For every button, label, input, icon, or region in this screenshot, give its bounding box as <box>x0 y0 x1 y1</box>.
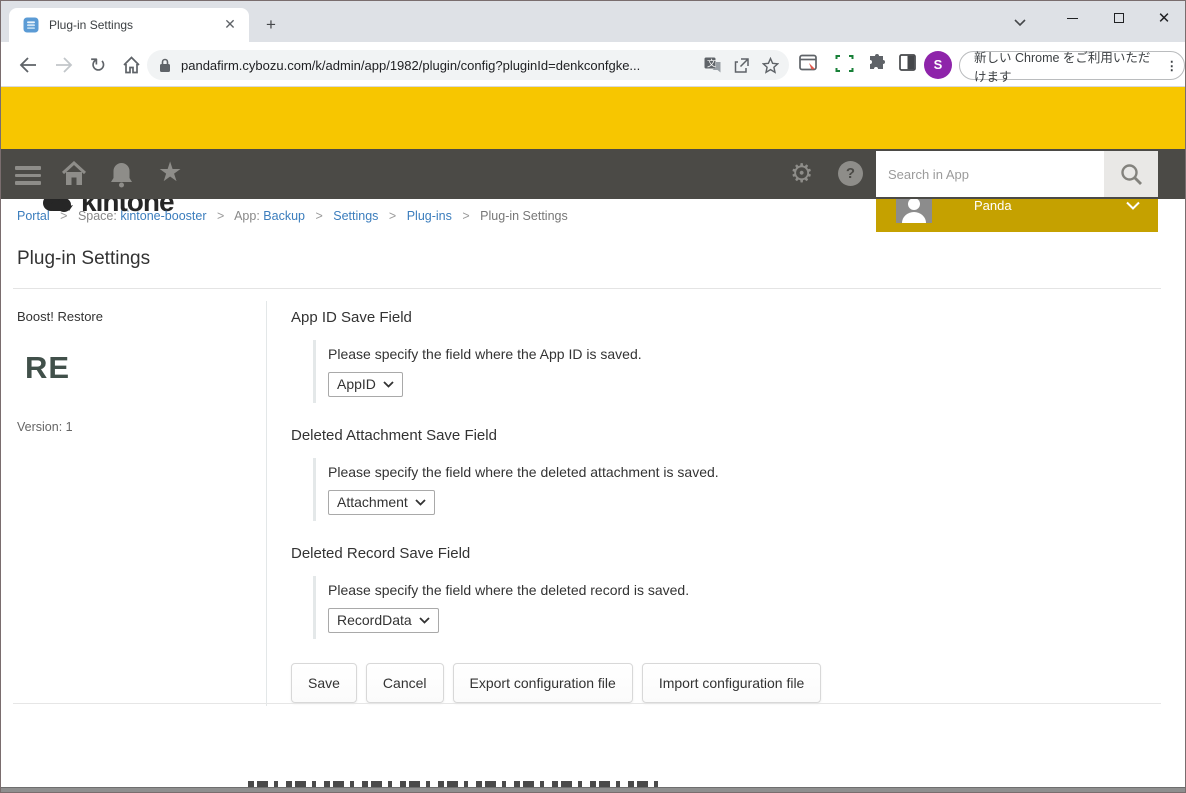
tab-title: Plug-in Settings <box>49 18 134 32</box>
svg-text:文: 文 <box>707 58 716 69</box>
section-deleted-record: Deleted Record Save Field Please specify… <box>291 545 1161 639</box>
breadcrumb-separator: > <box>388 209 397 223</box>
favicon-icon <box>23 17 39 33</box>
save-button[interactable]: Save <box>291 663 357 703</box>
breadcrumb-separator: > <box>216 209 225 223</box>
breadcrumb-prefix: App: <box>234 209 264 223</box>
section-app-id: App ID Save Field Please specify the fie… <box>291 309 1161 403</box>
user-name: Panda <box>974 197 1012 213</box>
section-heading: App ID Save Field <box>291 309 412 326</box>
section-description: Please specify the field where the delet… <box>328 582 690 598</box>
section-heading: Deleted Record Save Field <box>291 545 471 562</box>
reading-list-icon[interactable] <box>898 53 917 72</box>
forward-button[interactable] <box>51 52 77 78</box>
update-chrome-button[interactable]: 新しい Chrome をご利用いただけます ⋮ <box>959 51 1185 84</box>
section-body: Please specify the field where the delet… <box>313 576 1161 639</box>
record-field-select[interactable]: RecordData <box>328 608 439 633</box>
app-search-input[interactable] <box>876 151 1104 197</box>
select-value: RecordData <box>337 612 412 628</box>
section-deleted-attachment: Deleted Attachment Save Field Please spe… <box>291 427 1161 521</box>
translate-icon[interactable]: 文 <box>704 57 721 73</box>
breadcrumb-current: Plug-in Settings <box>480 209 568 223</box>
plugin-version: Version: 1 <box>17 420 73 434</box>
back-button[interactable] <box>15 52 41 78</box>
profile-avatar[interactable]: S <box>924 51 952 79</box>
app-id-field-select[interactable]: AppID <box>328 372 403 397</box>
title-divider <box>13 288 1161 289</box>
window-close-button[interactable]: ✕ <box>1141 1 1185 35</box>
select-chevron-icon <box>383 380 394 388</box>
new-tab-button[interactable]: + <box>259 13 283 37</box>
import-configuration-button[interactable]: Import configuration file <box>641 663 822 703</box>
notifications-bell-icon[interactable] <box>109 161 134 188</box>
section-description: Please specify the field where the App I… <box>328 346 642 362</box>
plugin-name: Boost! Restore <box>17 309 103 324</box>
extensions-puzzle-icon[interactable] <box>867 53 887 73</box>
extension-capture-icon[interactable] <box>834 53 855 74</box>
plugin-sidebar: Boost! Restore RE Version: 1 <box>17 309 252 434</box>
breadcrumb-space[interactable]: kintone-booster <box>120 209 206 223</box>
breadcrumb: Portal > Space: kintone-booster > App: B… <box>17 209 568 223</box>
breadcrumb-plugins[interactable]: Plug-ins <box>407 209 452 223</box>
attachment-field-select[interactable]: Attachment <box>328 490 435 515</box>
export-configuration-button[interactable]: Export configuration file <box>452 663 633 703</box>
search-button[interactable] <box>1104 151 1158 197</box>
lock-icon <box>159 58 171 73</box>
plugin-icon: RE <box>25 350 71 385</box>
hamburger-menu-icon[interactable] <box>15 162 41 189</box>
breadcrumb-portal[interactable]: Portal <box>17 209 50 223</box>
home-button[interactable] <box>118 52 144 78</box>
settings-gear-icon[interactable]: ⚙ <box>790 160 813 186</box>
home-nav-icon[interactable] <box>61 161 87 187</box>
tab-close-icon[interactable]: ✕ <box>221 16 239 34</box>
select-chevron-icon <box>415 498 426 506</box>
kebab-menu-icon[interactable]: ⋮ <box>1166 58 1179 73</box>
select-value: Attachment <box>337 494 408 510</box>
browser-tab[interactable]: Plug-in Settings ✕ <box>9 8 249 42</box>
extension-window-icon[interactable] <box>798 53 819 74</box>
title-bar: Plug-in Settings ✕ + ✕ <box>1 1 1185 42</box>
section-description: Please specify the field where the delet… <box>328 464 719 480</box>
sidebar-divider <box>266 301 267 706</box>
breadcrumb-separator: > <box>315 209 323 223</box>
update-chrome-label: 新しい Chrome をご利用いただけます <box>974 50 1151 84</box>
maximize-button[interactable] <box>1096 1 1142 35</box>
plugin-settings-form: App ID Save Field Please specify the fie… <box>291 309 1161 703</box>
help-icon[interactable]: ? <box>838 161 863 186</box>
content-bottom-divider <box>13 703 1161 704</box>
section-body: Please specify the field where the App I… <box>313 340 1161 403</box>
bottom-scroll-bar <box>1 787 1185 792</box>
bookmark-star-icon[interactable] <box>762 56 779 74</box>
cancel-button[interactable]: Cancel <box>365 663 444 703</box>
kintone-header: kintone Panda <box>1 87 1185 232</box>
search-icon <box>1120 163 1143 186</box>
share-icon[interactable] <box>733 57 750 74</box>
select-value: AppID <box>337 376 376 392</box>
favorites-star-icon[interactable]: ★ <box>158 159 182 186</box>
browser-window: Plug-in Settings ✕ + ✕ ↻ pandafirm.cyboz… <box>0 0 1186 793</box>
breadcrumb-settings[interactable]: Settings <box>333 209 378 223</box>
url-text[interactable]: pandafirm.cybozu.com/k/admin/app/1982/pl… <box>181 58 692 73</box>
breadcrumb-separator: > <box>462 209 470 223</box>
reload-button[interactable]: ↻ <box>85 52 111 78</box>
minimize-button[interactable] <box>1049 1 1095 35</box>
breadcrumb-prefix: Space: <box>77 209 121 223</box>
section-body: Please specify the field where the delet… <box>313 458 1161 521</box>
section-heading: Deleted Attachment Save Field <box>291 427 497 444</box>
chevron-down-icon <box>1126 201 1140 210</box>
select-chevron-icon <box>419 616 430 624</box>
app-search <box>876 151 1158 197</box>
page-title: Plug-in Settings <box>17 248 151 269</box>
tab-search-chevron-icon[interactable] <box>1013 11 1037 33</box>
breadcrumb-app[interactable]: Backup <box>263 209 305 223</box>
address-bar[interactable]: pandafirm.cybozu.com/k/admin/app/1982/pl… <box>147 50 789 80</box>
action-buttons: Save Cancel Export configuration file Im… <box>291 663 1161 703</box>
breadcrumb-separator: > <box>60 209 68 223</box>
